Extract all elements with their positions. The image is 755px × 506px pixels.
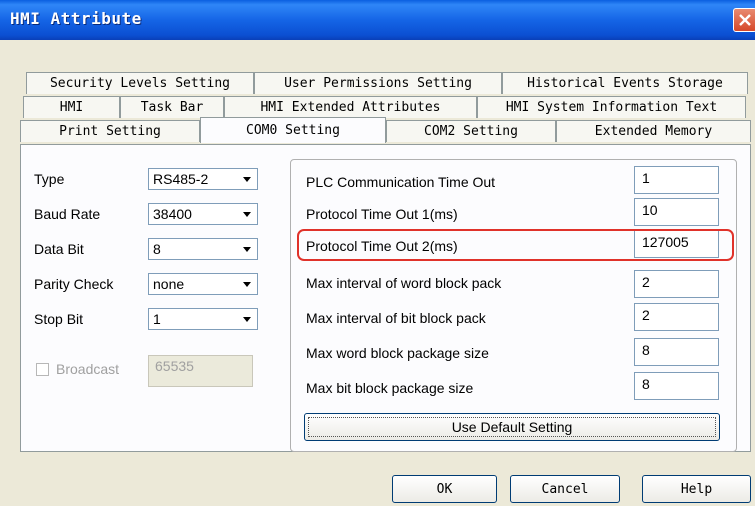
- plc-communication-timeout-input[interactable]: 1: [634, 166, 719, 194]
- title-bar: HMI Attribute: [0, 0, 755, 40]
- tab-historical-events-storage[interactable]: Historical Events Storage: [502, 72, 748, 94]
- type-value: RS485-2: [153, 171, 209, 187]
- parity-check-label: Parity Check: [34, 276, 114, 292]
- broadcast-address-field: 65535: [148, 355, 253, 387]
- broadcast-label: Broadcast: [56, 361, 120, 377]
- hmi-attribute-dialog: HMI Attribute Security Levels Setting Us…: [0, 0, 755, 506]
- max-word-block-package-size-value: 8: [642, 342, 650, 358]
- tab-print-setting[interactable]: Print Setting: [20, 120, 200, 142]
- help-button[interactable]: Help: [642, 475, 751, 503]
- broadcast-checkbox[interactable]: [36, 363, 49, 376]
- max-word-block-package-size-label: Max word block package size: [306, 345, 489, 361]
- type-label: Type: [34, 171, 65, 187]
- max-interval-word-block-pack-value: 2: [642, 274, 650, 290]
- tab-user-permissions-setting[interactable]: User Permissions Setting: [254, 72, 502, 94]
- use-default-setting-button[interactable]: Use Default Setting: [304, 413, 720, 441]
- protocol-timeout-1-label: Protocol Time Out 1(ms): [306, 206, 458, 222]
- baud-rate-value: 38400: [153, 206, 192, 222]
- max-interval-bit-block-pack-value: 2: [642, 307, 650, 323]
- max-bit-block-package-size-value: 8: [642, 376, 650, 392]
- data-bit-label: Data Bit: [34, 241, 84, 257]
- close-button[interactable]: [733, 8, 755, 32]
- max-bit-block-package-size-label: Max bit block package size: [306, 380, 474, 396]
- ok-button[interactable]: OK: [392, 475, 497, 503]
- tab-hmi[interactable]: HMI: [23, 96, 120, 118]
- chevron-down-icon[interactable]: [238, 170, 256, 188]
- max-interval-bit-block-pack-label: Max interval of bit block pack: [306, 310, 486, 326]
- focus-ring: [308, 417, 716, 437]
- max-interval-bit-block-pack-input[interactable]: 2: [634, 303, 719, 331]
- plc-communication-timeout-value: 1: [642, 170, 650, 186]
- baud-rate-label: Baud Rate: [34, 206, 101, 222]
- tab-security-levels-setting[interactable]: Security Levels Setting: [26, 72, 254, 94]
- data-bit-value: 8: [153, 241, 161, 257]
- baud-rate-select[interactable]: 38400: [148, 203, 258, 225]
- max-interval-word-block-pack-input[interactable]: 2: [634, 270, 719, 298]
- stop-bit-label: Stop Bit: [34, 311, 84, 327]
- highlight-annotation: [297, 229, 734, 261]
- window-title: HMI Attribute: [10, 9, 142, 28]
- close-icon: [739, 14, 751, 26]
- protocol-timeout-1-input[interactable]: 10: [634, 198, 719, 226]
- tab-com0-setting[interactable]: COM0 Setting: [200, 117, 386, 143]
- chevron-down-icon[interactable]: [238, 205, 256, 223]
- tab-task-bar[interactable]: Task Bar: [120, 96, 224, 118]
- max-interval-word-block-pack-label: Max interval of word block pack: [306, 275, 502, 291]
- parity-check-value: none: [153, 276, 185, 292]
- parity-check-select[interactable]: none: [148, 273, 258, 295]
- protocol-timeout-1-value: 10: [642, 202, 658, 218]
- chevron-down-icon[interactable]: [238, 275, 256, 293]
- plc-communication-timeout-label: PLC Communication Time Out: [306, 174, 496, 190]
- broadcast-address-value: 65535: [155, 358, 194, 374]
- cancel-button[interactable]: Cancel: [510, 475, 620, 503]
- chevron-down-icon[interactable]: [238, 240, 256, 258]
- tab-extended-memory[interactable]: Extended Memory: [556, 120, 751, 142]
- max-word-block-package-size-input[interactable]: 8: [634, 338, 719, 366]
- data-bit-select[interactable]: 8: [148, 238, 258, 260]
- max-bit-block-package-size-input[interactable]: 8: [634, 372, 719, 400]
- tab-hmi-extended-attributes[interactable]: HMI Extended Attributes: [224, 96, 477, 118]
- stop-bit-value: 1: [153, 311, 161, 327]
- chevron-down-icon[interactable]: [238, 310, 256, 328]
- tab-com2-setting[interactable]: COM2 Setting: [386, 120, 556, 142]
- stop-bit-select[interactable]: 1: [148, 308, 258, 330]
- type-select[interactable]: RS485-2: [148, 168, 258, 190]
- tab-hmi-system-information-text[interactable]: HMI System Information Text: [477, 96, 746, 118]
